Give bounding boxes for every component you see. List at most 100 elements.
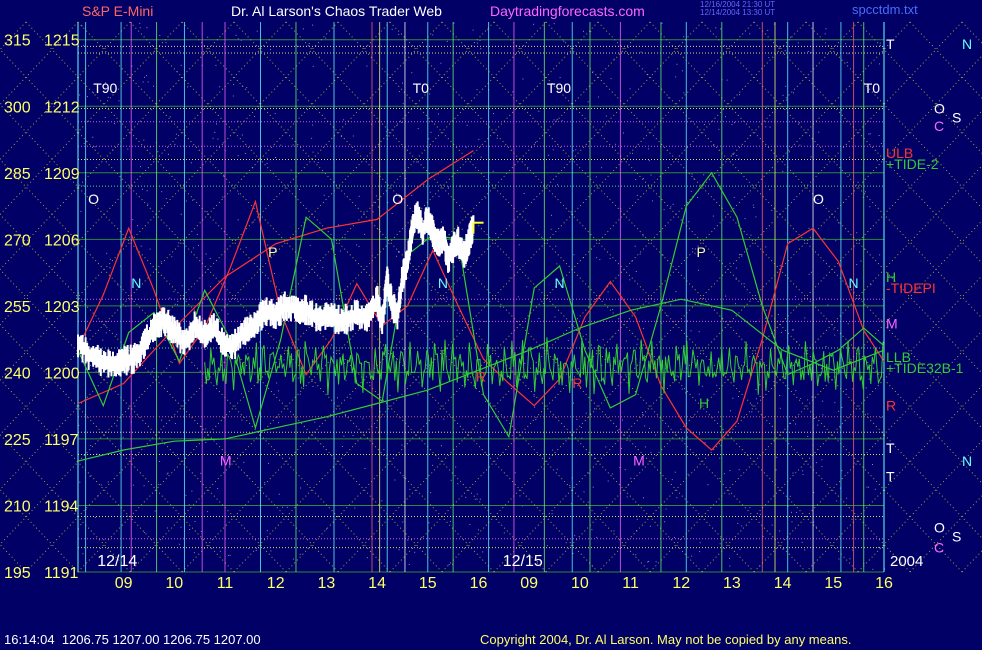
star-dot xyxy=(768,57,770,58)
star-dot xyxy=(626,496,628,498)
star-dot xyxy=(824,33,826,35)
star-dot xyxy=(398,91,400,93)
star-dot xyxy=(227,313,229,315)
star-dot xyxy=(222,196,224,198)
star-dot xyxy=(466,124,468,126)
star-dot xyxy=(673,537,675,539)
star-dot xyxy=(634,245,636,247)
star-dot xyxy=(146,75,147,77)
star-dot xyxy=(92,136,94,138)
star-dot xyxy=(755,216,757,218)
site-link[interactable]: Daytradingforecasts.com xyxy=(490,3,645,19)
star-dot xyxy=(297,99,299,101)
star-dot xyxy=(804,549,806,551)
star-dot xyxy=(161,419,163,421)
star-dot xyxy=(718,128,720,130)
star-dot xyxy=(82,185,84,187)
x-tick-label: 09 xyxy=(520,575,538,592)
star-dot xyxy=(613,530,615,532)
star-dot xyxy=(731,153,733,155)
x-tick-label: 12 xyxy=(267,575,285,592)
star-dot xyxy=(573,254,575,256)
star-dot xyxy=(559,77,561,79)
file-label: spcctdm.txt xyxy=(852,2,918,17)
star-dot xyxy=(219,86,221,88)
star-dot xyxy=(752,204,754,206)
star-dot xyxy=(229,554,231,556)
star-dot xyxy=(554,386,556,388)
star-dot xyxy=(177,304,178,306)
star-dot xyxy=(879,254,881,256)
star-dot xyxy=(157,151,159,153)
y-tick-left: 300 xyxy=(4,99,31,116)
star-dot xyxy=(449,520,451,522)
x-tick-label: 15 xyxy=(419,575,437,592)
star-dot xyxy=(372,211,374,213)
chart-annotation-o: O xyxy=(392,191,403,207)
star-dot xyxy=(665,315,667,316)
star-dot xyxy=(718,411,719,413)
star-dot xyxy=(572,150,574,152)
star-dot xyxy=(107,481,109,483)
star-dot xyxy=(298,45,300,47)
star-dot xyxy=(723,473,725,475)
x-tick-label: 13 xyxy=(317,575,335,592)
star-dot xyxy=(411,72,413,74)
star-dot xyxy=(485,197,487,199)
star-dot xyxy=(636,518,638,520)
star-dot xyxy=(868,486,870,488)
star-dot xyxy=(648,560,650,562)
star-dot xyxy=(440,221,442,223)
star-dot xyxy=(725,116,726,118)
star-dot xyxy=(118,100,120,102)
star-dot xyxy=(755,321,756,323)
star-dot xyxy=(557,184,558,186)
right-label: T xyxy=(886,469,895,485)
star-dot xyxy=(90,445,92,446)
star-dot xyxy=(482,551,484,553)
star-dot xyxy=(818,131,820,133)
star-dot xyxy=(738,396,739,397)
star-dot xyxy=(726,79,728,81)
star-dot xyxy=(548,154,550,156)
star-dot xyxy=(615,143,617,145)
star-dot xyxy=(495,233,497,235)
star-dot xyxy=(383,449,385,451)
star-dot xyxy=(575,149,577,151)
y-tick-left: 270 xyxy=(4,232,31,249)
star-dot xyxy=(144,76,145,78)
star-dot xyxy=(573,402,574,404)
star-dot xyxy=(440,62,442,64)
star-dot xyxy=(810,271,812,273)
star-dot xyxy=(817,424,819,426)
star-dot xyxy=(142,188,143,190)
star-dot xyxy=(690,330,692,332)
star-dot xyxy=(302,28,304,30)
star-dot xyxy=(570,211,572,213)
star-dot xyxy=(691,173,693,175)
star-dot xyxy=(160,261,162,263)
y-tick-right: 1191 xyxy=(44,565,79,582)
star-dot xyxy=(297,377,299,379)
star-dot xyxy=(143,531,145,533)
star-dot xyxy=(641,412,643,413)
star-dot xyxy=(311,137,313,139)
star-dot xyxy=(627,47,629,48)
star-dot xyxy=(846,61,848,63)
right-label: T xyxy=(886,36,895,52)
star-dot xyxy=(798,239,800,241)
star-dot xyxy=(533,23,535,25)
star-dot xyxy=(453,266,455,268)
star-dot xyxy=(879,42,881,44)
star-dot xyxy=(692,248,694,250)
star-dot xyxy=(699,551,701,553)
star-dot xyxy=(797,42,799,44)
star-dot xyxy=(100,484,102,486)
star-dot xyxy=(642,235,644,237)
legend-marker-s: S xyxy=(952,529,961,545)
star-dot xyxy=(146,27,148,29)
star-dot xyxy=(175,133,177,135)
star-dot xyxy=(556,263,558,265)
star-dot xyxy=(779,265,781,267)
star-dot xyxy=(864,191,866,193)
